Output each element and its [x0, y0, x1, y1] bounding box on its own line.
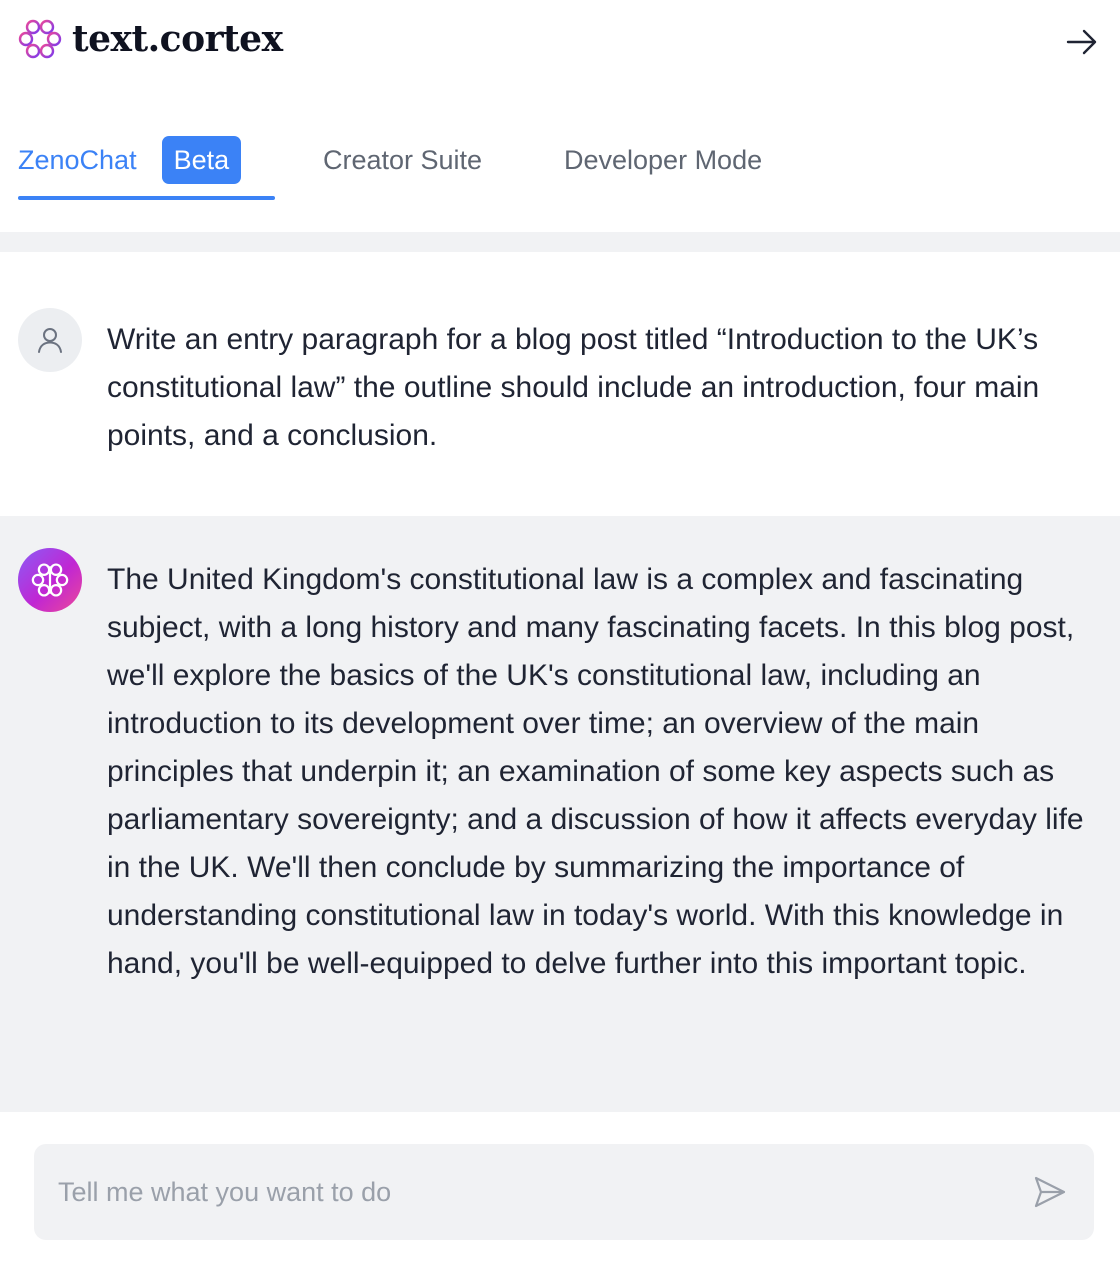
section-divider: [0, 232, 1120, 252]
tab-label: ZenoChat: [18, 144, 137, 175]
brain-icon: [18, 19, 62, 59]
brand-name: text.cortex: [72, 18, 283, 60]
send-icon: [1034, 1176, 1066, 1208]
user-avatar: [18, 308, 82, 372]
send-button[interactable]: [1028, 1170, 1072, 1214]
app-header: text.cortex: [0, 0, 1120, 80]
beta-badge: Beta: [161, 136, 242, 184]
tab-developer-mode[interactable]: Developer Mode: [564, 120, 762, 200]
arrow-right-icon: [1066, 29, 1097, 55]
message-text: Write an entry paragraph for a blog post…: [107, 323, 1040, 452]
collapse-button[interactable]: [1062, 22, 1102, 62]
prompt-input[interactable]: [58, 1144, 998, 1240]
tab-zenochat[interactable]: ZenoChat Beta: [18, 120, 275, 200]
composer: [0, 1112, 1120, 1272]
mode-tabs: ZenoChat Beta Creator Suite Developer Mo…: [0, 120, 1120, 202]
assistant-message: The United Kingdom's constitutional law …: [0, 516, 1120, 1112]
brain-icon: [31, 563, 69, 597]
message-text: The United Kingdom's constitutional law …: [107, 563, 1084, 980]
user-icon: [38, 328, 62, 353]
user-message: Write an entry paragraph for a blog post…: [0, 252, 1120, 516]
active-tab-indicator: [18, 196, 275, 200]
tab-creator-suite[interactable]: Creator Suite: [323, 120, 482, 200]
brand-logo[interactable]: text.cortex: [18, 18, 283, 60]
assistant-avatar: [18, 548, 82, 612]
tab-label: Creator Suite: [323, 144, 483, 175]
tab-label: Developer Mode: [564, 144, 763, 175]
composer-box: [34, 1144, 1094, 1240]
